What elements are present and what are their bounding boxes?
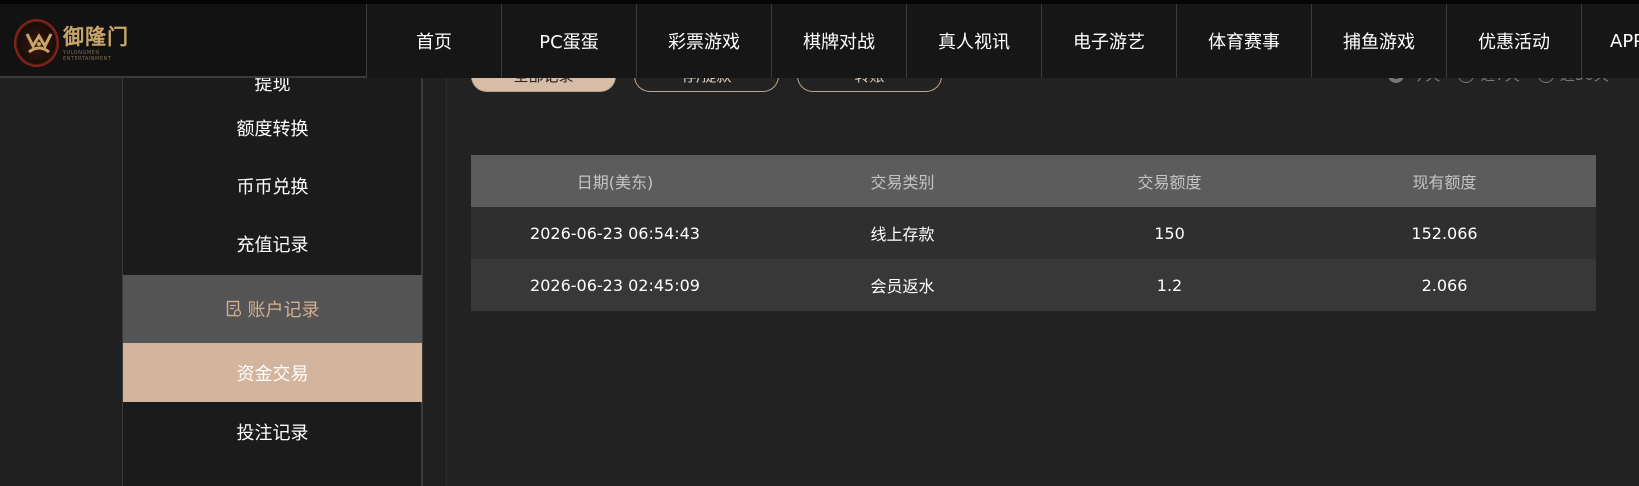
cell-balance: 152.066 (1293, 207, 1596, 259)
nav-fishing[interactable]: 捕鱼游戏 (1311, 4, 1446, 78)
nav-board-games[interactable]: 棋牌对战 (771, 4, 906, 78)
nav-lottery[interactable]: 彩票游戏 (636, 4, 771, 78)
nav-home[interactable]: 首页 (366, 4, 501, 78)
cell-date: 2026-06-23 06:54:43 (471, 207, 759, 259)
cell-type: 会员返水 (759, 259, 1046, 311)
top-navigation: 御隆门 YULONGMEN ENTERTAINMENT 首页 PC蛋蛋 彩票游戏… (0, 0, 1639, 78)
table-row: 2026-06-23 06:54:43 线上存款 150 152.066 (471, 207, 1596, 259)
transactions-table: 日期(美东) 交易类别 交易额度 现有额度 2026-06-23 06:54:4… (471, 155, 1596, 311)
nav-slots[interactable]: 电子游艺 (1041, 4, 1176, 78)
sidebar-group-label: 账户记录 (247, 300, 320, 321)
nav-app[interactable]: APP (1581, 4, 1639, 78)
main-nav: 首页 PC蛋蛋 彩票游戏 棋牌对战 真人视讯 电子游艺 体育赛事 捕鱼游戏 优惠… (366, 4, 1639, 78)
nav-sports[interactable]: 体育赛事 (1176, 4, 1311, 78)
col-header-type: 交易类别 (759, 155, 1046, 207)
brand-subtitle: YULONGMEN ENTERTAINMENT (62, 49, 112, 62)
account-sidebar: 提现 额度转换 币币兑换 充值记录 账户记录 资金交易 投注记录 (122, 60, 423, 486)
cell-amount: 1.2 (1046, 259, 1293, 311)
col-header-balance: 现有额度 (1293, 155, 1596, 207)
logo-emblem-icon (14, 19, 59, 67)
table-row: 2026-06-23 02:45:09 会员返水 1.2 2.066 (471, 259, 1596, 311)
sidebar-item-fund-transactions[interactable]: 资金交易 (123, 343, 422, 402)
cell-date: 2026-06-23 02:45:09 (471, 259, 759, 311)
cell-type: 线上存款 (759, 207, 1046, 259)
brand-logo[interactable]: 御隆门 YULONGMEN ENTERTAINMENT (14, 16, 144, 70)
col-header-date: 日期(美东) (471, 155, 759, 207)
cell-amount: 150 (1046, 207, 1293, 259)
main-content: 全部记录 存/提款 转账 今天 近7天 近30天 日期(美东) 交易类别 交易额… (446, 60, 1639, 486)
sidebar-item-bet-records[interactable]: 投注记录 (123, 404, 422, 460)
table-header-row: 日期(美东) 交易类别 交易额度 现有额度 (471, 155, 1596, 207)
nav-live-casino[interactable]: 真人视讯 (906, 4, 1041, 78)
sidebar-group-account-records[interactable]: 账户记录 (123, 275, 422, 343)
nav-pc-dandan[interactable]: PC蛋蛋 (501, 4, 636, 78)
sidebar-item-transfer[interactable]: 额度转换 (123, 100, 422, 156)
brand-name: 御隆门 (62, 23, 129, 49)
cell-balance: 2.066 (1293, 259, 1596, 311)
sidebar-item-coin-exchange[interactable]: 币币兑换 (123, 158, 422, 214)
nav-promotions[interactable]: 优惠活动 (1446, 4, 1581, 78)
col-header-amount: 交易额度 (1046, 155, 1293, 207)
document-icon (226, 300, 242, 318)
sidebar-item-deposit-records[interactable]: 充值记录 (123, 216, 422, 272)
